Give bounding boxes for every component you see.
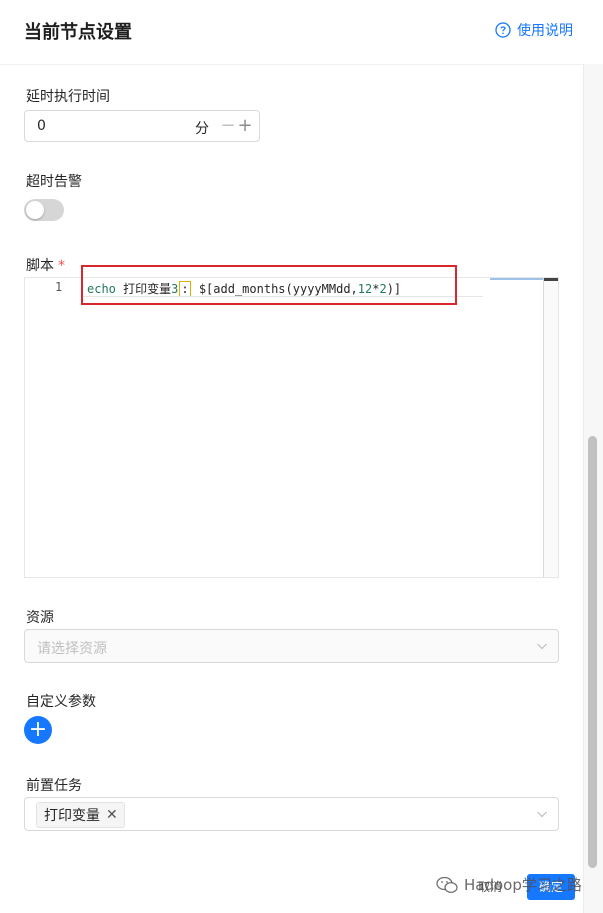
editor-gutter: 1 [25, 278, 81, 577]
editor-scrollbar-thumb[interactable] [544, 278, 558, 281]
page-title: 当前节点设置 [24, 22, 132, 43]
custom-params-label: 自定义参数 [26, 694, 96, 710]
pre-tasks-select[interactable]: 打印变量 ✕ [24, 797, 559, 831]
help-label: 使用说明 [517, 23, 573, 39]
task-tag-label: 打印变量 [44, 808, 100, 824]
chevron-down-icon [537, 643, 547, 650]
watermark: Hadoop学习之路 [436, 874, 582, 895]
add-param-button[interactable]: + [24, 716, 52, 744]
required-mark: * [58, 258, 65, 274]
task-tag: 打印变量 ✕ [36, 802, 125, 828]
wechat-icon [436, 876, 458, 893]
page-scrollbar-thumb[interactable] [588, 436, 597, 868]
delay-number-input[interactable]: 0 分 − + [24, 110, 260, 142]
toggle-knob [26, 201, 44, 219]
script-label: 脚本 * [26, 255, 65, 275]
timeout-toggle[interactable] [24, 199, 64, 221]
watermark-text: Hadoop学习之路 [464, 876, 582, 894]
script-editor[interactable]: 1 echo 打印变量3: $[add_months(yyyyMMdd,12*2… [24, 277, 559, 578]
resource-placeholder: 请选择资源 [37, 641, 107, 657]
annotation-highlight-box [81, 265, 457, 305]
close-icon[interactable]: ✕ [106, 807, 118, 823]
editor-minimap[interactable] [490, 278, 545, 280]
help-link[interactable]: 使用说明 [495, 20, 573, 40]
resource-label: 资源 [26, 610, 54, 626]
editor-scrollbar[interactable] [543, 278, 558, 577]
timeout-label: 超时告警 [26, 174, 82, 190]
question-circle-icon [495, 22, 511, 38]
delay-unit: 分 [195, 121, 209, 137]
script-label-text: 脚本 [26, 258, 54, 274]
resource-select[interactable]: 请选择资源 [24, 629, 559, 663]
drawer-header: 当前节点设置 使用说明 [0, 0, 583, 64]
line-number: 1 [55, 280, 63, 294]
chevron-down-icon [537, 811, 547, 818]
delay-label: 延时执行时间 [26, 89, 110, 105]
increment-button[interactable]: + [235, 113, 255, 139]
pre-tasks-label: 前置任务 [26, 778, 82, 794]
header-divider [0, 64, 583, 65]
delay-value[interactable]: 0 [37, 118, 46, 134]
